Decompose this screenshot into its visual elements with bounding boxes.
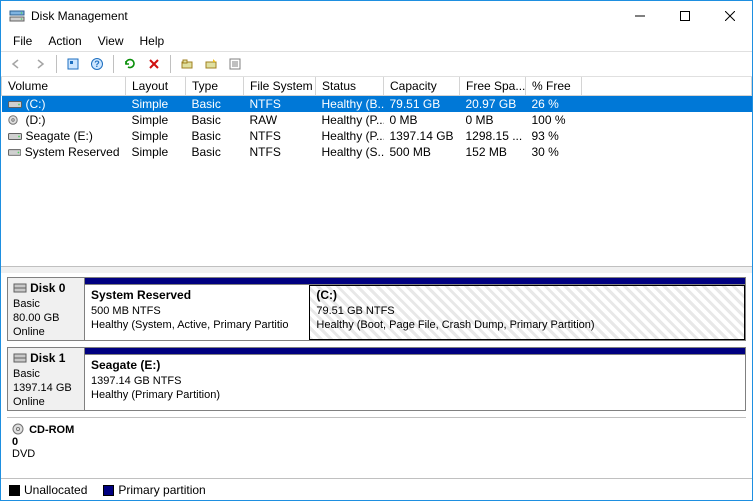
action2-button[interactable]: [200, 53, 222, 75]
col-capacity[interactable]: Capacity: [384, 77, 460, 96]
menu-help[interactable]: Help: [132, 32, 173, 50]
disk-row: Disk 1Basic1397.14 GBOnlineSeagate (E:)1…: [7, 347, 746, 411]
volume-capacity: 0 MB: [384, 112, 460, 128]
maximize-button[interactable]: [662, 2, 707, 30]
partition[interactable]: Seagate (E:)1397.14 GB NTFSHealthy (Prim…: [85, 355, 745, 410]
table-row[interactable]: System Reserved SimpleBasicNTFSHealthy (S…: [2, 144, 752, 160]
volume-type: Basic: [186, 112, 244, 128]
cdrom-label: CD-ROM 0 DVD: [7, 421, 85, 462]
col-pctfree[interactable]: % Free: [526, 77, 582, 96]
svg-text:?: ?: [94, 59, 100, 69]
titlebar[interactable]: Disk Management: [1, 1, 752, 31]
volume-name: Seagate (E:): [26, 129, 93, 143]
volume-type: Basic: [186, 144, 244, 160]
col-freespace[interactable]: Free Spa...: [460, 77, 526, 96]
volume-type: Basic: [186, 128, 244, 144]
disk-label[interactable]: Disk 0Basic80.00 GBOnline: [7, 277, 85, 341]
volume-layout: Simple: [126, 96, 186, 113]
minimize-button[interactable]: [617, 2, 662, 30]
volume-free: 20.97 GB: [460, 96, 526, 113]
volume-pct: 30 %: [526, 144, 582, 160]
legend: Unallocated Primary partition: [1, 478, 752, 500]
cd-icon: [12, 424, 29, 436]
back-button[interactable]: [5, 53, 27, 75]
table-row[interactable]: Seagate (E:) SimpleBasicNTFSHealthy (P...…: [2, 128, 752, 144]
volume-pct: 26 %: [526, 96, 582, 113]
volume-capacity: 1397.14 GB: [384, 128, 460, 144]
toolbar: ?: [1, 51, 752, 77]
volume-fs: NTFS: [244, 144, 316, 160]
menu-view[interactable]: View: [90, 32, 132, 50]
volume-status: Healthy (B...: [316, 96, 384, 113]
help-button[interactable]: ?: [86, 53, 108, 75]
col-volume[interactable]: Volume: [2, 77, 126, 96]
disk-management-window: Disk Management File Action View Help ?: [0, 0, 753, 501]
menu-file[interactable]: File: [5, 32, 40, 50]
volume-pct: 100 %: [526, 112, 582, 128]
volume-status: Healthy (P...: [316, 112, 384, 128]
properties-button[interactable]: [224, 53, 246, 75]
volume-capacity: 79.51 GB: [384, 96, 460, 113]
volume-layout: Simple: [126, 128, 186, 144]
partition[interactable]: (C:)79.51 GB NTFSHealthy (Boot, Page Fil…: [309, 285, 745, 340]
volume-fs: NTFS: [244, 128, 316, 144]
partition-strip: [85, 277, 746, 285]
menubar: File Action View Help: [1, 31, 752, 51]
volume-pct: 93 %: [526, 128, 582, 144]
col-type[interactable]: Type: [186, 77, 244, 96]
col-filesystem[interactable]: File System: [244, 77, 316, 96]
volume-list-panel: Volume Layout Type File System Status Ca…: [1, 77, 752, 267]
delete-button[interactable]: [143, 53, 165, 75]
volume-fs: RAW: [244, 112, 316, 128]
window-title: Disk Management: [31, 9, 617, 23]
volume-name: (C:): [26, 97, 46, 111]
volume-status: Healthy (P...: [316, 128, 384, 144]
volume-free: 1298.15 ...: [460, 128, 526, 144]
volume-layout: Simple: [126, 112, 186, 128]
col-status[interactable]: Status: [316, 77, 384, 96]
menu-action[interactable]: Action: [40, 32, 89, 50]
volume-name: System Reserved: [25, 145, 120, 159]
partition-strip: [85, 347, 746, 355]
volume-layout: Simple: [126, 144, 186, 160]
cdrom-type: DVD: [12, 448, 35, 460]
col-layout[interactable]: Layout: [126, 77, 186, 96]
partition[interactable]: System Reserved500 MB NTFSHealthy (Syste…: [85, 285, 309, 340]
volume-name: (D:): [26, 113, 46, 127]
cdrom-row[interactable]: CD-ROM 0 DVD: [7, 417, 746, 462]
toolbar-separator: [113, 55, 114, 73]
col-blank[interactable]: [582, 77, 752, 96]
volume-fs: NTFS: [244, 96, 316, 113]
volume-type: Basic: [186, 96, 244, 113]
close-button[interactable]: [707, 2, 752, 30]
app-icon: [9, 8, 25, 24]
volume-free: 152 MB: [460, 144, 526, 160]
disk-row: Disk 0Basic80.00 GBOnlineSystem Reserved…: [7, 277, 746, 341]
rescan-button[interactable]: [119, 53, 141, 75]
volume-capacity: 500 MB: [384, 144, 460, 160]
table-row[interactable]: (D:)SimpleBasicRAWHealthy (P...0 MB0 MB1…: [2, 112, 752, 128]
refresh-button[interactable]: [62, 53, 84, 75]
disk-label[interactable]: Disk 1Basic1397.14 GBOnline: [7, 347, 85, 411]
toolbar-separator: [56, 55, 57, 73]
graphical-view: Disk 0Basic80.00 GBOnlineSystem Reserved…: [1, 267, 752, 478]
table-row[interactable]: (C:) SimpleBasicNTFSHealthy (B...79.51 GB…: [2, 96, 752, 113]
legend-unallocated: Unallocated: [9, 483, 87, 497]
forward-button[interactable]: [29, 53, 51, 75]
volume-status: Healthy (S...: [316, 144, 384, 160]
toolbar-separator: [170, 55, 171, 73]
action1-button[interactable]: [176, 53, 198, 75]
volume-table[interactable]: Volume Layout Type File System Status Ca…: [1, 77, 752, 160]
volume-free: 0 MB: [460, 112, 526, 128]
legend-primary: Primary partition: [103, 483, 205, 497]
